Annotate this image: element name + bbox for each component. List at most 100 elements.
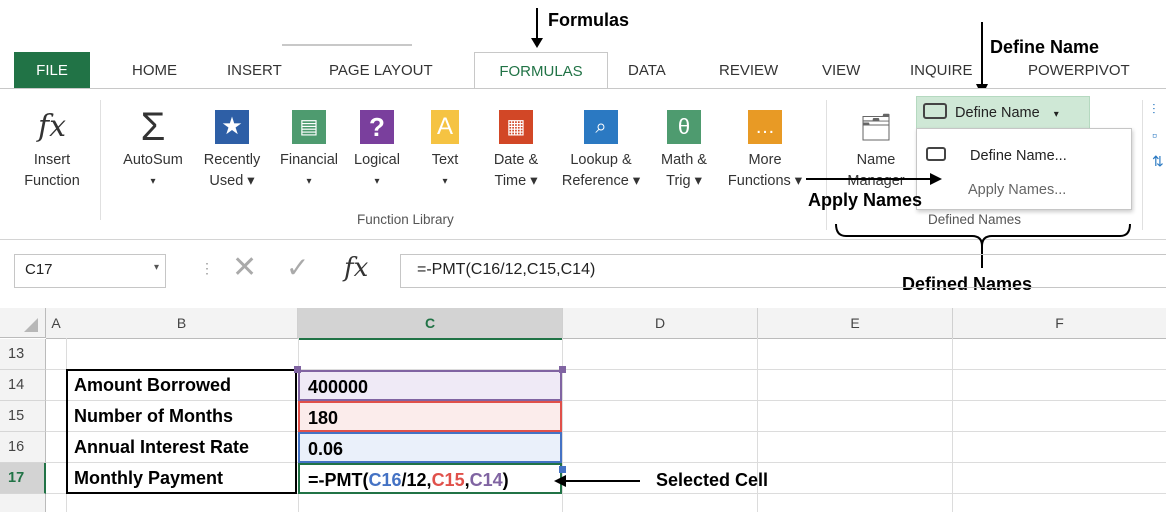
more-functions-label-1: More	[748, 152, 782, 168]
autosum-label-1: AutoSum	[123, 152, 183, 168]
define-name-callout: Define Name	[990, 37, 1100, 57]
formulas-callout: Formulas	[548, 10, 630, 30]
quick-access-line	[282, 44, 412, 46]
row-header-13[interactable]: 13	[0, 339, 46, 370]
name-manager-label-1: Name	[856, 152, 896, 168]
gridline	[952, 338, 953, 512]
function-library-group-label: Function Library	[357, 212, 454, 227]
tab-review[interactable]: REVIEW	[719, 62, 778, 79]
cell-c15[interactable]: 180	[298, 401, 562, 432]
formula-mid: /12,	[401, 470, 432, 490]
tab-insert[interactable]: INSERT	[227, 62, 282, 79]
logical-label-2: ▾	[374, 176, 380, 187]
question-icon: ?	[360, 110, 394, 144]
name-box[interactable]: C17 ▾	[14, 254, 166, 288]
select-all-corner[interactable]	[0, 308, 46, 338]
menu-item-define-name[interactable]: Define Name...	[920, 142, 1126, 170]
cell-b17[interactable]: Monthly Payment	[66, 463, 297, 494]
menu-item-apply-names[interactable]: Apply Names...	[920, 176, 1126, 204]
cell-c14[interactable]: 400000	[298, 370, 562, 401]
formula-input[interactable]: =-PMT(C16/12,C15,C14)	[400, 254, 1166, 288]
column-header-b[interactable]: B	[66, 308, 298, 339]
autosum-button[interactable]: Σ AutoSum ▾	[112, 107, 194, 192]
ribbon-divider	[100, 100, 101, 220]
name-box-value: C17	[25, 261, 53, 278]
column-header-d[interactable]: D	[563, 308, 758, 339]
financial-button[interactable]: ▤ Financial ▾	[274, 110, 344, 192]
row-header-17[interactable]: 17	[0, 463, 46, 494]
cell-b16[interactable]: Annual Interest Rate	[66, 432, 297, 463]
lookup-reference-button[interactable]: ⌕ Lookup & Reference ▾	[552, 110, 650, 192]
math-trig-label-1: Math &	[661, 152, 707, 168]
row-header-15[interactable]: 15	[0, 401, 46, 432]
tab-inquire[interactable]: INQUIRE	[910, 62, 973, 79]
date-time-button[interactable]: ▦ Date & Time ▾	[484, 110, 548, 192]
cancel-icon[interactable]: ✕	[232, 250, 257, 286]
apply-names-arrow	[806, 172, 946, 191]
fx-icon: fx	[37, 109, 67, 144]
recently-used-button[interactable]: ★ Recently Used ▾	[196, 110, 268, 192]
math-trig-label-2: Trig ▾	[666, 173, 702, 189]
tab-page-layout[interactable]: PAGE LAYOUT	[329, 62, 433, 79]
calendar-icon: ▦	[499, 110, 533, 144]
lookup-reference-label-2: Reference ▾	[561, 173, 641, 189]
lookup-reference-label-1: Lookup &	[570, 152, 632, 168]
more-functions-icon: …	[748, 110, 782, 144]
define-name-button[interactable]: Define Name ▾	[916, 96, 1090, 130]
formula-prefix: =-PMT(	[308, 470, 369, 490]
formulas-arrow	[530, 8, 544, 53]
column-header-c[interactable]: C	[298, 308, 563, 340]
recently-used-label-1: Recently	[203, 152, 261, 168]
cell-b15[interactable]: Number of Months	[66, 401, 297, 432]
tab-data[interactable]: DATA	[628, 62, 666, 79]
menu-item-define-name-label: Define Name...	[970, 148, 1067, 164]
enter-icon[interactable]: ✓	[286, 250, 309, 286]
insert-function-label-1: Insert	[33, 152, 71, 168]
menu-item-apply-names-label: Apply Names...	[968, 182, 1067, 198]
financial-icon: ▤	[292, 110, 326, 144]
selected-cell-callout: Selected Cell	[656, 470, 769, 490]
autosum-label-2: ▾	[150, 176, 156, 187]
formula-input-value: =-PMT(C16/12,C15,C14)	[417, 261, 596, 278]
row-header-16[interactable]: 16	[0, 432, 46, 463]
tab-view[interactable]: VIEW	[822, 62, 860, 79]
math-trig-button[interactable]: θ Math & Trig ▾	[652, 110, 716, 192]
more-functions-button[interactable]: … More Functions ▾	[720, 110, 810, 192]
logical-label-1: Logical	[354, 152, 400, 168]
formula-suffix: )	[502, 470, 509, 490]
cell-c17[interactable]: =-PMT(C16/12,C15,C14)	[298, 463, 562, 494]
text-button[interactable]: A Text ▾	[420, 110, 470, 192]
row-header-18[interactable]	[0, 494, 46, 512]
column-header-f[interactable]: F	[953, 308, 1166, 339]
chevron-down-icon[interactable]: ▾	[154, 262, 159, 273]
range-handle[interactable]	[559, 366, 566, 373]
text-label-1: Text	[431, 152, 459, 168]
text-label-2: ▾	[442, 176, 448, 187]
selected-cell-arrow	[552, 474, 642, 493]
insert-function-button[interactable]: fx Insert Function	[12, 110, 92, 192]
cell-c16[interactable]: 0.06	[298, 432, 562, 463]
row-header-14[interactable]: 14	[0, 370, 46, 401]
range-handle[interactable]	[294, 366, 301, 373]
recently-used-label-2: Used ▾	[209, 173, 255, 189]
tab-file[interactable]: FILE	[14, 52, 90, 89]
cell-b14[interactable]: Amount Borrowed	[66, 370, 297, 401]
date-time-label-1: Date &	[493, 152, 539, 168]
star-icon: ★	[215, 110, 249, 144]
tab-formulas[interactable]: FORMULAS	[474, 52, 608, 90]
tab-powerpivot[interactable]: POWERPIVOT	[1028, 62, 1130, 79]
column-header-a[interactable]: A	[46, 308, 67, 339]
formula-ref-c15: C15	[431, 470, 465, 490]
tab-home[interactable]: HOME	[132, 62, 177, 79]
date-time-label-2: Time ▾	[494, 173, 538, 189]
apply-names-callout: Apply Names	[808, 190, 923, 210]
insert-function-fx-icon[interactable]: fx	[344, 250, 368, 286]
formula-ref-c16: C16	[368, 470, 402, 490]
financial-label-2: ▾	[306, 176, 312, 187]
logical-button[interactable]: ? Logical ▾	[346, 110, 408, 192]
financial-label-1: Financial	[279, 152, 339, 168]
formula-ref-c14: C14	[469, 470, 503, 490]
range-handle[interactable]	[559, 466, 566, 473]
column-header-e[interactable]: E	[758, 308, 953, 339]
name-tag-icon	[923, 103, 947, 120]
